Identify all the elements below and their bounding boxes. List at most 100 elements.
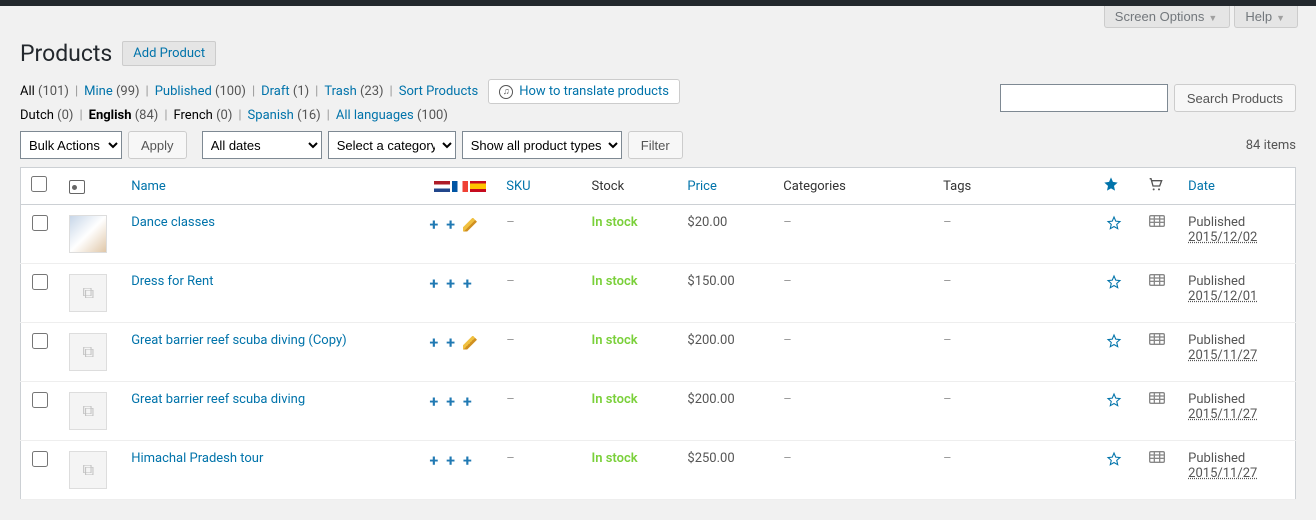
image-icon: [69, 180, 85, 194]
column-price[interactable]: Price: [677, 168, 773, 205]
row-checkbox[interactable]: [32, 215, 48, 231]
featured-toggle[interactable]: [1106, 274, 1122, 290]
column-sku[interactable]: SKU: [496, 168, 581, 205]
featured-toggle[interactable]: [1106, 392, 1122, 408]
status-filter-trash[interactable]: Trash (23): [324, 84, 383, 99]
page-title: Products: [20, 40, 112, 67]
headset-icon: ♫: [499, 85, 513, 99]
price-value: $20.00: [677, 205, 773, 264]
filter-product-type-select[interactable]: Show all product types: [462, 131, 622, 159]
product-type-icon: [1149, 274, 1165, 290]
column-date[interactable]: Date: [1178, 168, 1295, 205]
screen-meta-links: Screen Options▼ Help▼: [0, 6, 1316, 28]
chevron-down-icon: ▼: [1276, 13, 1285, 23]
help-toggle[interactable]: Help▼: [1234, 6, 1298, 28]
status-filter-all[interactable]: All (101): [20, 84, 69, 99]
featured-toggle[interactable]: [1106, 333, 1122, 349]
lang-filter-english[interactable]: English (84): [89, 108, 159, 123]
add-translation-icon[interactable]: +: [446, 215, 455, 234]
flag-nl-icon: [434, 181, 450, 192]
products-table: Name SKU Stock Price Categories Tags: [20, 167, 1296, 500]
row-checkbox[interactable]: [32, 392, 48, 408]
product-thumbnail[interactable]: ⧉: [69, 274, 107, 312]
sku-value: –: [506, 333, 515, 348]
search-input[interactable]: [1000, 84, 1168, 112]
row-checkbox[interactable]: [32, 451, 48, 467]
product-name-link[interactable]: Dance classes: [131, 215, 215, 230]
add-translation-icon[interactable]: +: [430, 451, 439, 470]
column-categories: Categories: [773, 168, 933, 205]
lang-filter-spanish[interactable]: Spanish (16): [248, 108, 321, 123]
bulk-actions-select[interactable]: Bulk Actions: [20, 131, 122, 159]
featured-toggle[interactable]: [1106, 215, 1122, 231]
stock-status: In stock: [592, 392, 638, 407]
row-checkbox[interactable]: [32, 333, 48, 349]
add-translation-icon[interactable]: +: [430, 333, 439, 352]
tags-value: –: [943, 215, 952, 230]
product-thumbnail[interactable]: ⧉: [69, 451, 107, 489]
add-translation-icon[interactable]: +: [463, 392, 472, 411]
product-thumbnail[interactable]: ⧉: [69, 392, 107, 430]
lang-filter-french[interactable]: French (0): [174, 108, 233, 123]
lang-filter-dutch[interactable]: Dutch (0): [20, 108, 73, 123]
flag-es-icon: [470, 181, 486, 192]
price-value: $250.00: [677, 441, 773, 500]
cart-icon: [1146, 181, 1164, 196]
tags-value: –: [943, 333, 952, 348]
price-value: $150.00: [677, 264, 773, 323]
search-products-button[interactable]: Search Products: [1174, 84, 1296, 112]
add-translation-icon[interactable]: +: [446, 333, 455, 352]
column-tags: Tags: [933, 168, 1093, 205]
search-box: Search Products: [1000, 84, 1296, 112]
flag-fr-icon: [452, 181, 468, 192]
product-type-icon: [1149, 333, 1165, 349]
add-translation-icon[interactable]: +: [463, 274, 472, 293]
chevron-down-icon: ▼: [1208, 13, 1217, 23]
select-all-checkbox[interactable]: [31, 176, 47, 192]
status-filter-mine[interactable]: Mine (99): [84, 84, 139, 99]
product-name-link[interactable]: Himachal Pradesh tour: [131, 451, 263, 466]
product-thumbnail[interactable]: ⧉: [69, 333, 107, 371]
product-type-icon: [1149, 451, 1165, 467]
bulk-apply-button[interactable]: Apply: [128, 131, 187, 159]
status-filter-sort-products[interactable]: Sort Products: [399, 84, 479, 99]
star-filled-icon: [1103, 176, 1119, 192]
table-row: ⧉Himachal Pradesh tour+++–In stock$250.0…: [21, 441, 1296, 500]
column-stock: Stock: [582, 168, 678, 205]
status-filter-published[interactable]: Published (100): [155, 84, 246, 99]
edit-translation-icon[interactable]: [463, 218, 477, 232]
product-thumbnail[interactable]: [69, 215, 107, 253]
sku-value: –: [506, 451, 515, 466]
translate-products-button[interactable]: ♫How to translate products: [488, 79, 680, 104]
screen-options-toggle[interactable]: Screen Options▼: [1104, 6, 1231, 28]
table-row: ⧉ Great barrier reef scuba diving (Copy) +…: [21, 323, 1296, 382]
add-translation-icon[interactable]: +: [430, 392, 439, 411]
table-row: ⧉Dress for Rent+++–In stock$150.00––Publ…: [21, 264, 1296, 323]
page-heading: Products Add Product: [20, 28, 1296, 73]
column-type: [1136, 168, 1179, 205]
sku-value: –: [506, 215, 515, 230]
add-translation-icon[interactable]: +: [430, 215, 439, 234]
column-name[interactable]: Name: [121, 168, 419, 205]
row-checkbox[interactable]: [32, 274, 48, 290]
add-translation-icon[interactable]: +: [463, 451, 472, 470]
filter-category-select[interactable]: Select a category: [328, 131, 456, 159]
status-filter-draft[interactable]: Draft (1): [261, 84, 309, 99]
add-product-button[interactable]: Add Product: [122, 41, 216, 66]
filter-dates-select[interactable]: All dates: [202, 131, 322, 159]
product-name-link[interactable]: Great barrier reef scuba diving: [131, 392, 305, 407]
add-translation-icon[interactable]: +: [446, 392, 455, 411]
featured-toggle[interactable]: [1106, 451, 1122, 467]
items-count: 84 items: [1246, 138, 1296, 153]
filter-button[interactable]: Filter: [628, 131, 683, 159]
categories-value: –: [783, 333, 792, 348]
product-name-link[interactable]: Great barrier reef scuba diving (Copy): [131, 333, 346, 348]
date-cell: Published2015/12/01: [1178, 264, 1295, 323]
edit-translation-icon[interactable]: [463, 336, 477, 350]
add-translation-icon[interactable]: +: [430, 274, 439, 293]
lang-filter-all-languages[interactable]: All languages (100): [336, 108, 448, 123]
add-translation-icon[interactable]: +: [446, 451, 455, 470]
product-name-link[interactable]: Dress for Rent: [131, 274, 213, 289]
add-translation-icon[interactable]: +: [446, 274, 455, 293]
product-type-icon: [1149, 392, 1165, 408]
